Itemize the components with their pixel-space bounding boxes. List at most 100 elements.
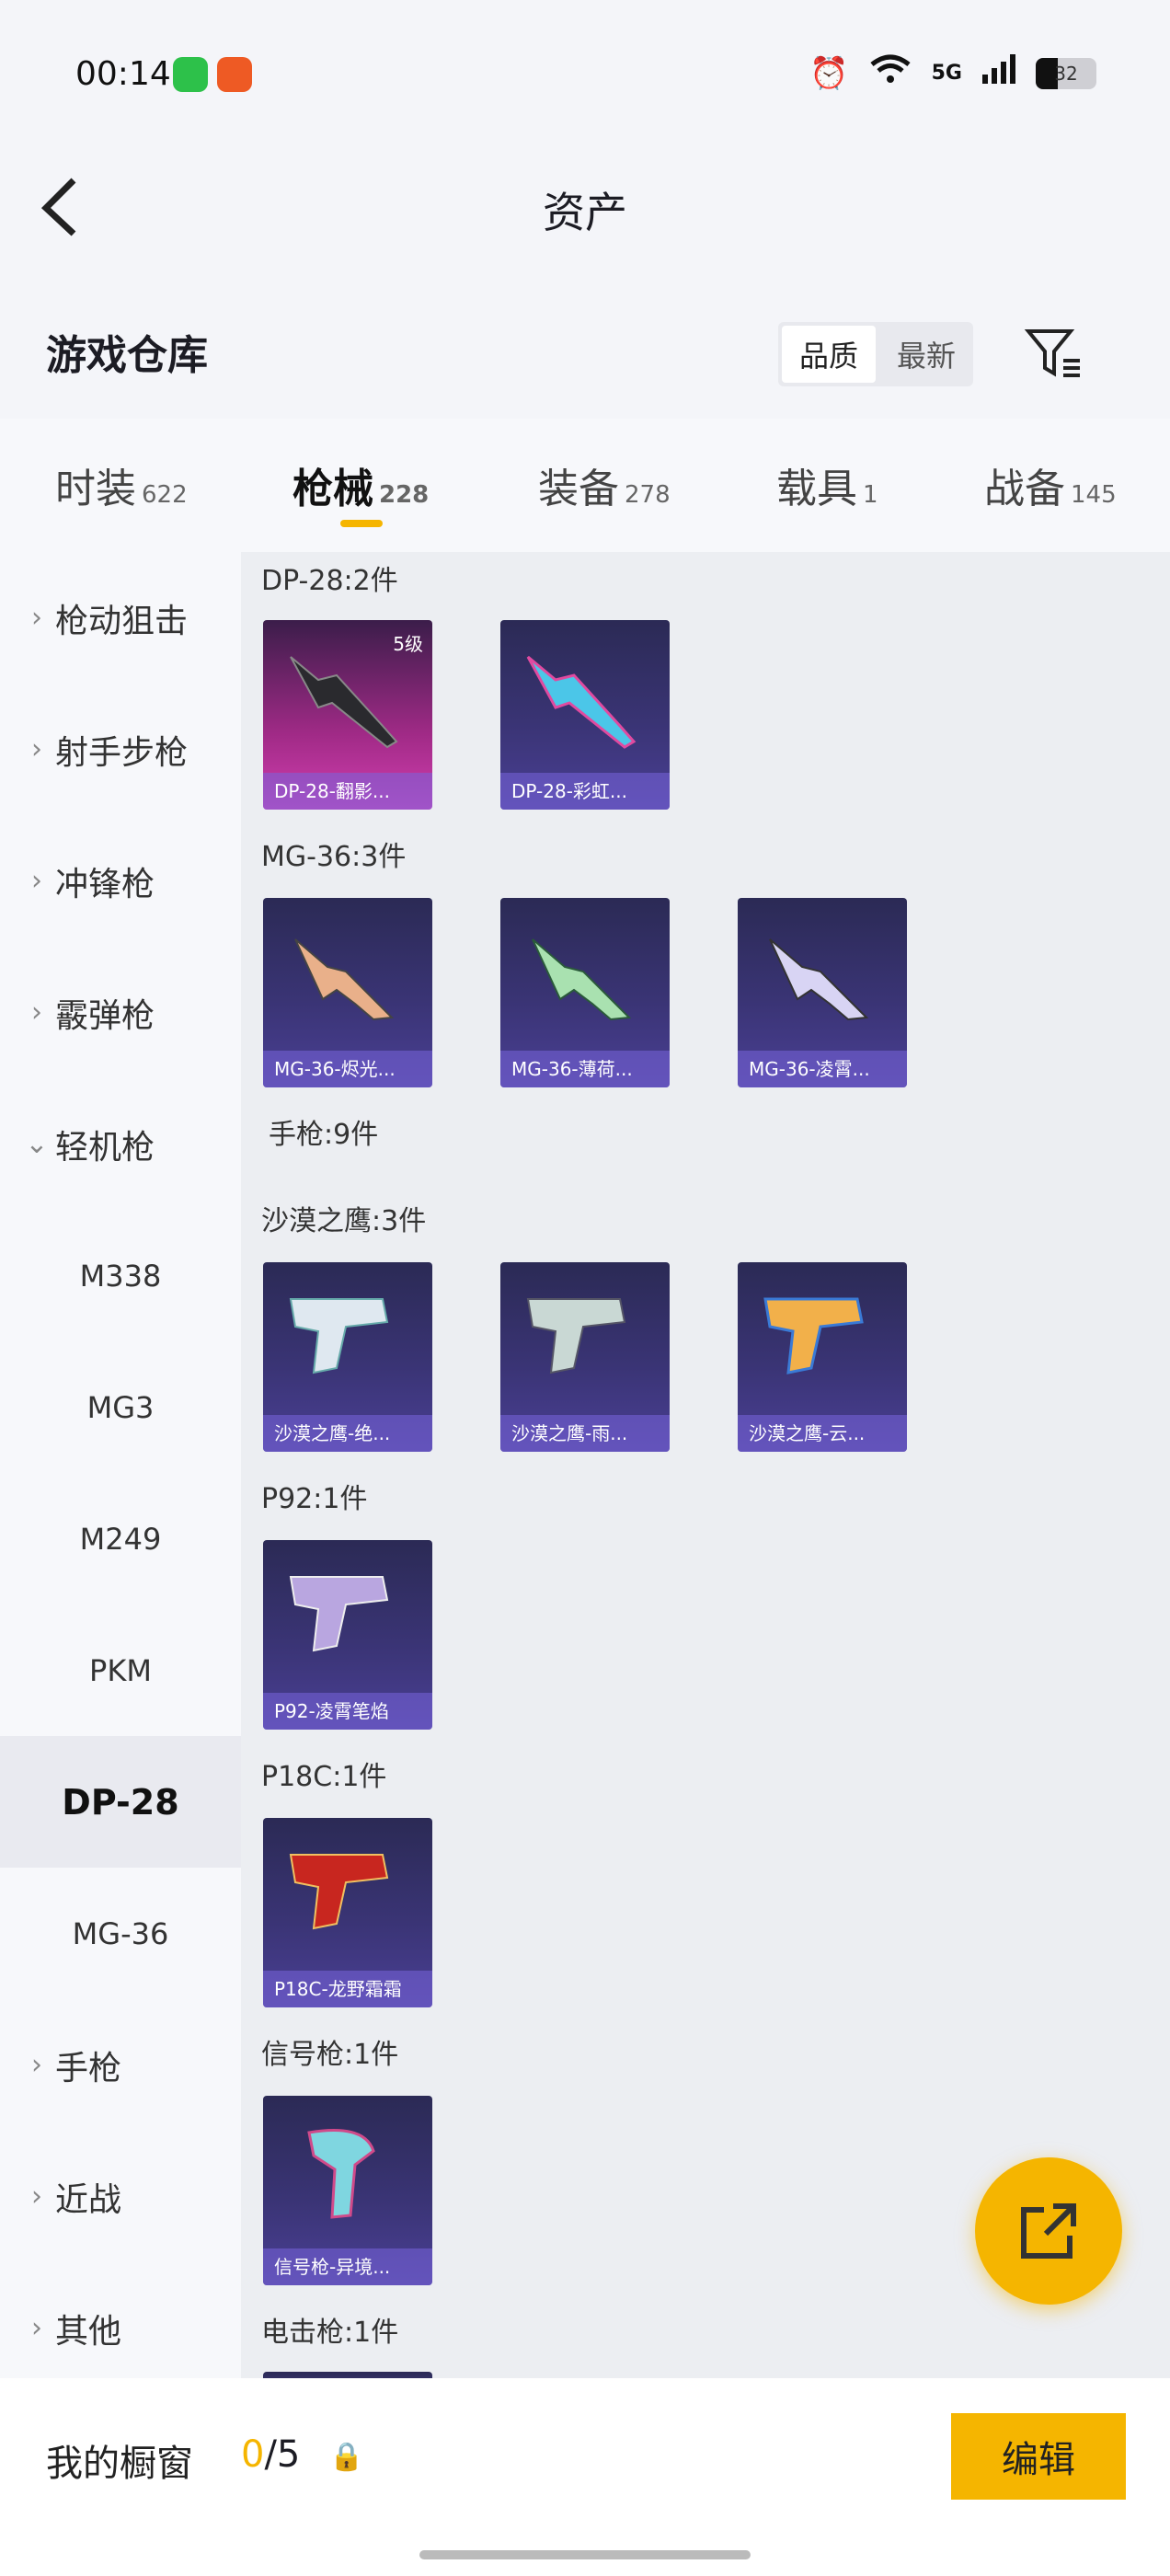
- battery-level: 32: [1054, 62, 1078, 85]
- item-card[interactable]: 沙漠之鹰-绝...: [263, 1262, 432, 1452]
- sidebar-item-label: 其他: [55, 2312, 122, 2351]
- sidebar-item-m338[interactable]: M338: [0, 1210, 241, 1341]
- sidebar-item-label: 枪动狙击: [55, 602, 189, 640]
- chevron-right-icon: ›: [31, 2180, 42, 2213]
- alarm-icon: ⏰: [809, 54, 849, 92]
- status-right: ⏰ 5G 32: [809, 53, 1096, 93]
- chevron-right-icon: ›: [31, 2049, 42, 2081]
- pistol-icon: [289, 1576, 389, 1652]
- item-card[interactable]: MG-36-凌霄...: [738, 898, 907, 1087]
- sidebar-item-smg[interactable]: › 冲锋枪: [0, 815, 241, 947]
- item-name: P92-凌霄笔焰: [263, 1693, 432, 1730]
- item-card[interactable]: 信号枪-异境...: [263, 2096, 432, 2285]
- tab-fashion[interactable]: 时装 622: [55, 455, 188, 514]
- active-tab-indicator: [340, 520, 383, 527]
- sidebar-item-label: 轻机枪: [55, 1128, 155, 1167]
- item-card[interactable]: P18C-龙野霜霜: [263, 1818, 432, 2007]
- home-indicator[interactable]: [419, 2550, 751, 2559]
- edit-button[interactable]: 编辑: [951, 2413, 1126, 2500]
- flare-gun-icon: [307, 2129, 375, 2219]
- gun-icon: [532, 938, 632, 1021]
- tab-label: 时装: [55, 466, 136, 512]
- item-name: 沙漠之鹰-绝...: [263, 1415, 432, 1452]
- network-type: 5G: [931, 62, 962, 85]
- sidebar-item-melee[interactable]: › 近战: [0, 2131, 241, 2262]
- item-name: MG-36-烬光...: [263, 1051, 432, 1087]
- sidebar-item-label: 射手步枪: [55, 733, 189, 772]
- group-label-pistol: 手枪:9件: [269, 1119, 379, 1151]
- sidebar-item-mg36[interactable]: MG-36: [0, 1868, 241, 1999]
- group-label-p18c: P18C:1件: [261, 1761, 387, 1793]
- sidebar-item-bolt-sniper[interactable]: › 枪动狙击: [0, 552, 241, 684]
- bottom-bar: 我的橱窗 0/5 🔒 编辑: [0, 2378, 1170, 2576]
- header: 资产: [0, 147, 1170, 267]
- gun-icon: [294, 938, 395, 1021]
- item-card[interactable]: [263, 2372, 432, 2378]
- group-label-p92: P92:1件: [261, 1483, 368, 1515]
- tab-vehicles[interactable]: 载具 1: [776, 455, 878, 514]
- gun-icon: [526, 655, 637, 749]
- group-label-dp28: DP-28:2件: [261, 565, 398, 597]
- item-card[interactable]: P92-凌霄笔焰: [263, 1540, 432, 1730]
- sort-newest-button[interactable]: 最新: [879, 322, 973, 386]
- sidebar-item-label: 近战: [55, 2180, 122, 2219]
- tab-equipment[interactable]: 装备 278: [538, 455, 671, 514]
- status-bar: 00:14 ⏰ 5G 32: [0, 0, 1170, 147]
- chevron-right-icon: ›: [31, 865, 42, 897]
- filter-icon[interactable]: [1023, 322, 1084, 383]
- group-label-desert-eagle: 沙漠之鹰:3件: [261, 1205, 427, 1237]
- tab-count: 228: [379, 481, 430, 509]
- tab-label: 战备: [984, 466, 1065, 512]
- tab-supplies[interactable]: 战备 145: [984, 455, 1117, 514]
- item-card[interactable]: DP-28-彩虹...: [500, 620, 670, 810]
- sidebar-item-dp28[interactable]: DP-28: [0, 1736, 241, 1868]
- status-time: 00:14: [75, 55, 171, 93]
- sidebar-item-lmg[interactable]: ⌄ 轻机枪: [0, 1078, 241, 1210]
- sidebar: › 枪动狙击 › 射手步枪 › 冲锋枪 › 霰弹枪 ⌄ 轻机枪 M338 MG3 M249…: [0, 552, 241, 2378]
- item-name: MG-36-凌霄...: [738, 1051, 907, 1087]
- tab-guns[interactable]: 枪械 228: [292, 455, 429, 514]
- showcase-current: 0: [241, 2433, 265, 2476]
- group-label-flare-gun: 信号枪:1件: [261, 2039, 399, 2071]
- item-name: 沙漠之鹰-云...: [738, 1415, 907, 1452]
- tab-label: 枪械: [292, 466, 373, 512]
- share-fab-button[interactable]: [975, 2157, 1122, 2305]
- chevron-right-icon: ›: [31, 602, 42, 634]
- share-icon: [1021, 2203, 1076, 2259]
- chevron-right-icon: ›: [31, 2312, 42, 2344]
- sidebar-item-other[interactable]: › 其他: [0, 2262, 241, 2394]
- item-card[interactable]: 沙漠之鹰-云...: [738, 1262, 907, 1452]
- item-name: 信号枪-异境...: [263, 2248, 432, 2285]
- item-card[interactable]: MG-36-烬光...: [263, 898, 432, 1087]
- item-card[interactable]: 5级 DP-28-翻影...: [263, 620, 432, 810]
- tab-count: 1: [863, 481, 878, 509]
- item-grid: DP-28:2件 5级 DP-28-翻影... DP-28-彩虹... MG-3…: [241, 552, 1170, 2378]
- lock-icon: 🔒: [329, 2441, 364, 2473]
- sidebar-item-marksman[interactable]: › 射手步枪: [0, 684, 241, 815]
- chevron-down-icon: ⌄: [25, 1128, 49, 1160]
- tab-label: 载具: [776, 466, 857, 512]
- tab-count: 278: [625, 481, 671, 509]
- item-card[interactable]: 沙漠之鹰-雨...: [500, 1262, 670, 1452]
- item-name: DP-28-翻影...: [263, 773, 432, 810]
- item-name: DP-28-彩虹...: [500, 773, 670, 810]
- sidebar-item-shotgun[interactable]: › 霰弹枪: [0, 947, 241, 1078]
- sidebar-item-label: 冲锋枪: [55, 865, 155, 903]
- wifi-icon: [869, 53, 912, 93]
- item-name: MG-36-薄荷...: [500, 1051, 670, 1087]
- page-title: 资产: [543, 188, 627, 237]
- category-tabs: 时装 622 枪械 228 装备 278 载具 1 战备 145: [0, 419, 1170, 552]
- pistol-icon: [289, 1854, 389, 1930]
- sidebar-item-mg3[interactable]: MG3: [0, 1341, 241, 1473]
- sidebar-item-pkm[interactable]: PKM: [0, 1604, 241, 1736]
- gun-icon: [769, 938, 869, 1021]
- item-card[interactable]: MG-36-薄荷...: [500, 898, 670, 1087]
- group-label-mg36: MG-36:3件: [261, 841, 407, 873]
- sort-quality-button[interactable]: 品质: [782, 326, 876, 383]
- chevron-right-icon: ›: [31, 996, 42, 1029]
- group-label-stun-gun: 电击枪:1件: [261, 2317, 399, 2349]
- showcase-label: 我的橱窗: [46, 2443, 193, 2485]
- sidebar-item-m249[interactable]: M249: [0, 1473, 241, 1604]
- pistol-icon: [763, 1297, 864, 1374]
- sidebar-item-pistol[interactable]: › 手枪: [0, 1999, 241, 2131]
